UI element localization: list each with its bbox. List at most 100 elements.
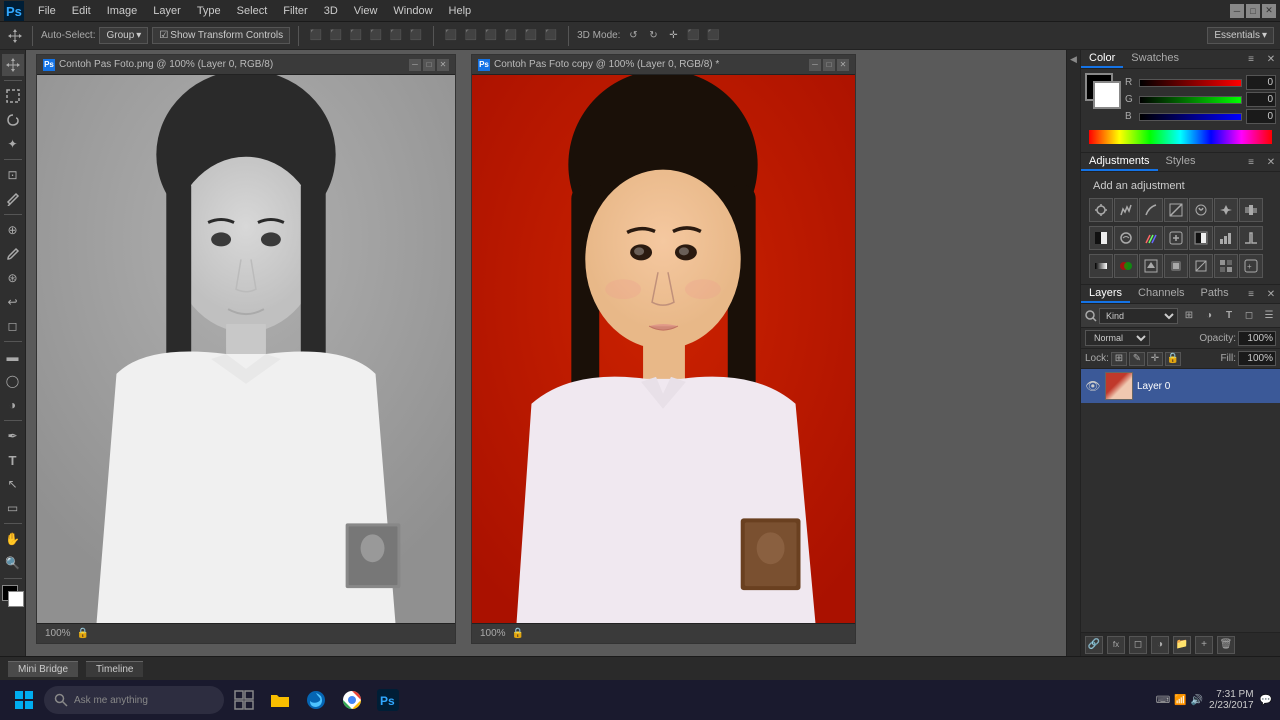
layer-new-btn[interactable]: +	[1195, 636, 1213, 654]
text-tool[interactable]: T	[2, 449, 24, 471]
adj-colorlookup-btn[interactable]	[1164, 226, 1188, 250]
color-squares[interactable]	[1085, 73, 1121, 109]
brush-tool[interactable]	[2, 243, 24, 265]
doc-restore-color[interactable]: □	[823, 59, 835, 71]
doc-close-color[interactable]: ✕	[837, 59, 849, 71]
adj-bw-btn[interactable]	[1089, 226, 1113, 250]
3d-pan-btn[interactable]: ✛	[664, 27, 682, 45]
3d-slide-btn[interactable]: ⬛	[684, 27, 702, 45]
dist-right-btn[interactable]: ⬛	[542, 27, 560, 45]
close-button[interactable]: ✕	[1262, 4, 1276, 18]
filter-pixel-btn[interactable]: ⊞	[1180, 307, 1198, 325]
adj-posterize-btn[interactable]	[1214, 226, 1238, 250]
adj-brightness-btn[interactable]	[1089, 198, 1113, 222]
adj-panel-menu[interactable]: ≡	[1242, 153, 1260, 171]
align-top-btn[interactable]: ⬛	[307, 27, 325, 45]
auto-select-dropdown[interactable]: Group ▾	[99, 27, 148, 44]
path-selection-tool[interactable]: ↖	[2, 473, 24, 495]
menu-file[interactable]: File	[30, 3, 64, 19]
layer-mode-select[interactable]: Normal Dissolve Multiply Screen Overlay	[1085, 330, 1150, 346]
lock-position-btn[interactable]: ✛	[1147, 352, 1163, 366]
3d-roll-btn[interactable]: ↻	[644, 27, 662, 45]
history-tool[interactable]: ↩	[2, 291, 24, 313]
tab-adjustments[interactable]: Adjustments	[1081, 153, 1158, 171]
layer-fx-btn[interactable]: fx	[1107, 636, 1125, 654]
layers-filter-select[interactable]: Kind Name Effect Mode Attribute Color Sm…	[1099, 308, 1178, 324]
adj-hsl-btn[interactable]	[1214, 198, 1238, 222]
menu-filter[interactable]: Filter	[275, 3, 315, 19]
lock-image-btn[interactable]: ✎	[1129, 352, 1145, 366]
lasso-tool[interactable]	[2, 109, 24, 131]
adj-photofilter-btn[interactable]	[1114, 226, 1138, 250]
gradient-tool[interactable]: ▬	[2, 346, 24, 368]
dist-horiz-btn[interactable]: ⬛	[522, 27, 540, 45]
tab-swatches[interactable]: Swatches	[1123, 50, 1187, 68]
photoshop-taskbar-icon[interactable]: Ps	[374, 686, 402, 714]
adj-invert-btn[interactable]	[1189, 226, 1213, 250]
eyedropper-tool[interactable]	[2, 188, 24, 210]
tab-layers[interactable]: Layers	[1081, 285, 1130, 303]
file-explorer-icon[interactable]	[266, 686, 294, 714]
adj-colorbalance-btn[interactable]	[1239, 198, 1263, 222]
3d-rotate-btn[interactable]: ↺	[624, 27, 642, 45]
zoom-tool[interactable]: 🔍	[2, 552, 24, 574]
filter-shape-btn[interactable]: ◻	[1240, 307, 1258, 325]
fill-input[interactable]	[1238, 351, 1276, 366]
doc-canvas-color[interactable]	[472, 75, 855, 623]
adj-exposure-btn[interactable]	[1164, 198, 1188, 222]
tab-paths[interactable]: Paths	[1193, 285, 1237, 303]
maximize-button[interactable]: □	[1246, 4, 1260, 18]
eraser-tool[interactable]: ◻	[2, 315, 24, 337]
color-spectrum[interactable]	[1089, 130, 1272, 144]
layer-item-0[interactable]: 👁 Layer 0	[1081, 369, 1280, 403]
align-horiz-btn[interactable]: ⬛	[387, 27, 405, 45]
dist-bottom-btn[interactable]: ⬛	[482, 27, 500, 45]
doc-minimize-bw[interactable]: ─	[409, 59, 421, 71]
color-panel-close[interactable]: ✕	[1262, 50, 1280, 68]
layer-link-btn[interactable]: 🔗	[1085, 636, 1103, 654]
tab-mini-bridge[interactable]: Mini Bridge	[8, 661, 78, 677]
layer-folder-btn[interactable]: 📁	[1173, 636, 1191, 654]
color-panel-menu[interactable]: ≡	[1242, 50, 1260, 68]
adj-brightness2-btn[interactable]	[1139, 254, 1163, 278]
lock-all-btn[interactable]: 🔒	[1165, 352, 1181, 366]
filter-adjustment-btn[interactable]: ◑	[1200, 307, 1218, 325]
shape-tool[interactable]: ▭	[2, 497, 24, 519]
tab-timeline[interactable]: Timeline	[86, 661, 143, 677]
magic-wand-tool[interactable]: ✦	[2, 133, 24, 155]
menu-3d[interactable]: 3D	[316, 3, 346, 19]
r-value[interactable]	[1246, 75, 1276, 90]
adj-selectivecolor-btn[interactable]	[1114, 254, 1138, 278]
layer-delete-btn[interactable]: 🗑	[1217, 636, 1235, 654]
g-value[interactable]	[1246, 92, 1276, 107]
canvas-area[interactable]: Ps Contoh Pas Foto.png @ 100% (Layer 0, …	[26, 50, 1066, 656]
doc-canvas-bw[interactable]	[37, 75, 455, 623]
doc-minimize-color[interactable]: ─	[809, 59, 821, 71]
g-slider[interactable]	[1139, 96, 1242, 104]
opacity-input[interactable]	[1238, 331, 1276, 346]
dist-left-btn[interactable]: ⬛	[502, 27, 520, 45]
b-value[interactable]	[1246, 109, 1276, 124]
adj-gradientmap-btn[interactable]	[1089, 254, 1113, 278]
align-right-btn[interactable]: ⬛	[407, 27, 425, 45]
filter-type-btn[interactable]: T	[1220, 307, 1238, 325]
marquee-tool[interactable]	[2, 85, 24, 107]
align-vert-btn[interactable]: ⬛	[327, 27, 345, 45]
healing-tool[interactable]: ⊕	[2, 219, 24, 241]
edge-browser-icon[interactable]	[302, 686, 330, 714]
menu-edit[interactable]: Edit	[64, 3, 99, 19]
menu-help[interactable]: Help	[441, 3, 480, 19]
align-bottom-btn[interactable]: ⬛	[347, 27, 365, 45]
layer-mask-btn[interactable]: ◻	[1129, 636, 1147, 654]
dist-top-btn[interactable]: ⬛	[442, 27, 460, 45]
menu-image[interactable]: Image	[99, 3, 146, 19]
move-tool[interactable]	[2, 54, 24, 76]
layers-panel-menu[interactable]: ≡	[1242, 285, 1260, 303]
adj-channelmix-btn[interactable]	[1139, 226, 1163, 250]
show-transform-checkbox[interactable]: ☑ Show Transform Controls	[152, 27, 290, 44]
task-view-btn[interactable]	[230, 686, 258, 714]
adj-extra-btn[interactable]: +	[1239, 254, 1263, 278]
layer-visibility-eye[interactable]: 👁	[1085, 378, 1101, 394]
tab-channels[interactable]: Channels	[1130, 285, 1192, 303]
lock-transparency-btn[interactable]: ⊞	[1111, 352, 1127, 366]
